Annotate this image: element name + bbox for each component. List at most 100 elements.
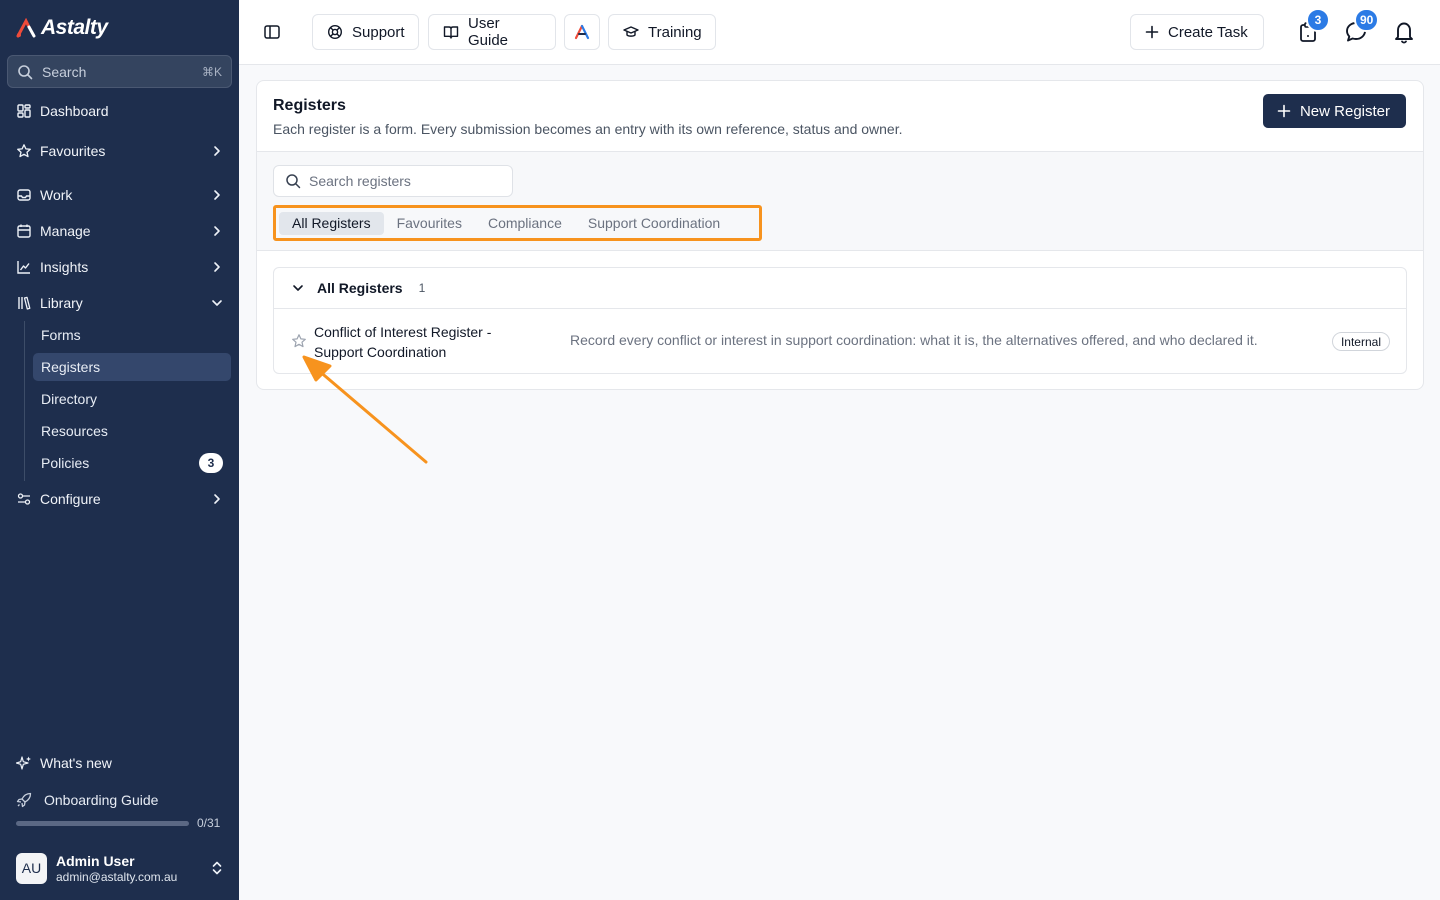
subitem-label: Policies (41, 455, 90, 471)
tasks-count-badge: 3 (1306, 8, 1330, 32)
user-guide-button[interactable]: User Guide (428, 14, 556, 50)
search-registers-placeholder: Search registers (309, 173, 411, 189)
page-title: Registers (273, 97, 346, 114)
subitem-label: Forms (41, 327, 81, 343)
tab-favourites[interactable]: Favourites (384, 212, 475, 235)
sidebar-item-favourites[interactable]: Favourites (16, 139, 224, 163)
whats-new-label: What's new (40, 755, 112, 771)
sidebar-search-input[interactable]: Search ⌘K (7, 55, 232, 88)
user-guide-label: User Guide (468, 15, 509, 49)
life-buoy-icon (327, 24, 343, 40)
sidebar-subitem-forms[interactable]: Forms (33, 321, 231, 349)
onboarding-progress-bar (16, 821, 189, 826)
sidebar-item-label: Dashboard (40, 103, 109, 119)
search-icon (286, 174, 301, 189)
chevron-down-icon (293, 285, 303, 291)
messages-count-badge: 90 (1354, 8, 1380, 32)
sidebar-item-label: Work (40, 187, 73, 203)
inbox-icon (16, 187, 32, 203)
star-icon (16, 143, 32, 159)
policies-count-badge: 3 (199, 453, 223, 473)
rocket-icon (16, 792, 32, 808)
plus-icon (1277, 104, 1291, 118)
chevron-right-icon (214, 494, 220, 504)
new-register-label: New Register (1299, 102, 1390, 120)
sidebar-item-label: Library (40, 295, 83, 311)
logo-text: Astalty (41, 16, 108, 39)
user-email: admin@astalty.com.au (56, 869, 178, 884)
search-icon (18, 64, 33, 79)
astalty-logo-icon (574, 24, 590, 40)
onboarding-guide-link[interactable]: Onboarding Guide (16, 792, 158, 808)
chevrons-up-down-icon (212, 861, 222, 875)
plus-icon (1145, 25, 1159, 39)
book-open-icon (443, 24, 459, 40)
sidebar-item-label: Favourites (40, 143, 106, 159)
logo[interactable]: Astalty (16, 16, 108, 40)
tab-all-registers[interactable]: All Registers (279, 211, 384, 235)
panel-left-icon (264, 25, 280, 39)
sidebar-item-work[interactable]: Work (16, 183, 224, 207)
grid-icon (16, 103, 32, 119)
subitem-label: Directory (41, 391, 98, 407)
create-task-label: Create Task (1168, 23, 1248, 41)
onboarding-label: Onboarding Guide (44, 792, 159, 808)
user-name: Admin User (56, 852, 135, 869)
table-row[interactable]: Conflict of Interest Register - Support … (274, 309, 1406, 373)
calendar-icon (16, 223, 32, 239)
register-tabs: All Registers Favourites Compliance Supp… (273, 205, 762, 241)
support-label: Support (352, 23, 405, 41)
sidebar-subitem-directory[interactable]: Directory (33, 385, 231, 413)
user-menu[interactable]: AU Admin User admin@astalty.com.au (16, 852, 224, 884)
group-title: All Registers (317, 280, 403, 296)
register-description: Record every conflict or interest in sup… (570, 332, 1258, 348)
sidebar: Astalty Search ⌘K Dashboard Favourites W… (0, 0, 239, 900)
training-label: Training (648, 23, 702, 41)
support-button[interactable]: Support (312, 14, 419, 50)
create-task-button[interactable]: Create Task (1130, 14, 1264, 50)
top-bar: Support User Guide Training Create Task … (239, 0, 1440, 65)
page-subtitle: Each register is a form. Every submissio… (273, 121, 903, 137)
sliders-icon (16, 491, 32, 507)
logo-mark-icon (16, 18, 36, 38)
chevron-right-icon (214, 146, 220, 156)
tab-compliance[interactable]: Compliance (475, 212, 575, 235)
sidebar-subitem-policies[interactable]: Policies 3 (33, 449, 231, 477)
messages-button[interactable]: 90 (1340, 8, 1380, 48)
tasks-button[interactable]: 3 (1292, 8, 1330, 48)
bell-icon (1395, 22, 1413, 44)
chevron-right-icon (214, 226, 220, 236)
tab-support-coordination[interactable]: Support Coordination (575, 212, 733, 235)
search-placeholder: Search (42, 63, 87, 80)
sidebar-subitem-resources[interactable]: Resources (33, 417, 231, 445)
register-group: All Registers 1 Conflict of Interest Reg… (273, 267, 1407, 374)
sidebar-item-label: Manage (40, 223, 91, 239)
sidebar-subitem-registers[interactable]: Registers (33, 353, 231, 381)
chevron-right-icon (214, 262, 220, 272)
library-subnav-line (24, 321, 25, 481)
sidebar-item-library[interactable]: Library (16, 291, 224, 315)
training-button[interactable]: Training (608, 14, 716, 50)
graduation-cap-icon (623, 24, 639, 40)
sparkles-icon (16, 755, 32, 771)
group-header[interactable]: All Registers 1 (274, 268, 1406, 309)
search-shortcut: ⌘K (201, 64, 222, 79)
sidebar-item-manage[interactable]: Manage (16, 219, 224, 243)
sidebar-item-whats-new[interactable]: What's new (16, 751, 224, 775)
sidebar-item-configure[interactable]: Configure (16, 487, 224, 511)
subitem-label: Registers (41, 359, 101, 375)
search-registers-input[interactable]: Search registers (273, 165, 513, 197)
new-register-button[interactable]: New Register (1262, 94, 1406, 128)
filter-bar: Search registers All Registers Favourite… (257, 151, 1423, 251)
sidebar-item-insights[interactable]: Insights (16, 255, 224, 279)
sidebar-toggle-button[interactable] (256, 16, 288, 48)
astalty-app-button[interactable] (564, 14, 600, 50)
chevron-down-icon (212, 300, 222, 306)
sidebar-item-dashboard[interactable]: Dashboard (16, 99, 224, 123)
notifications-button[interactable] (1388, 16, 1420, 48)
sidebar-item-label: Configure (40, 491, 101, 507)
onboarding-progress-text: 0/31 (197, 816, 221, 830)
library-icon (16, 295, 32, 311)
subitem-label: Resources (41, 423, 108, 439)
sidebar-item-label: Insights (40, 259, 89, 275)
